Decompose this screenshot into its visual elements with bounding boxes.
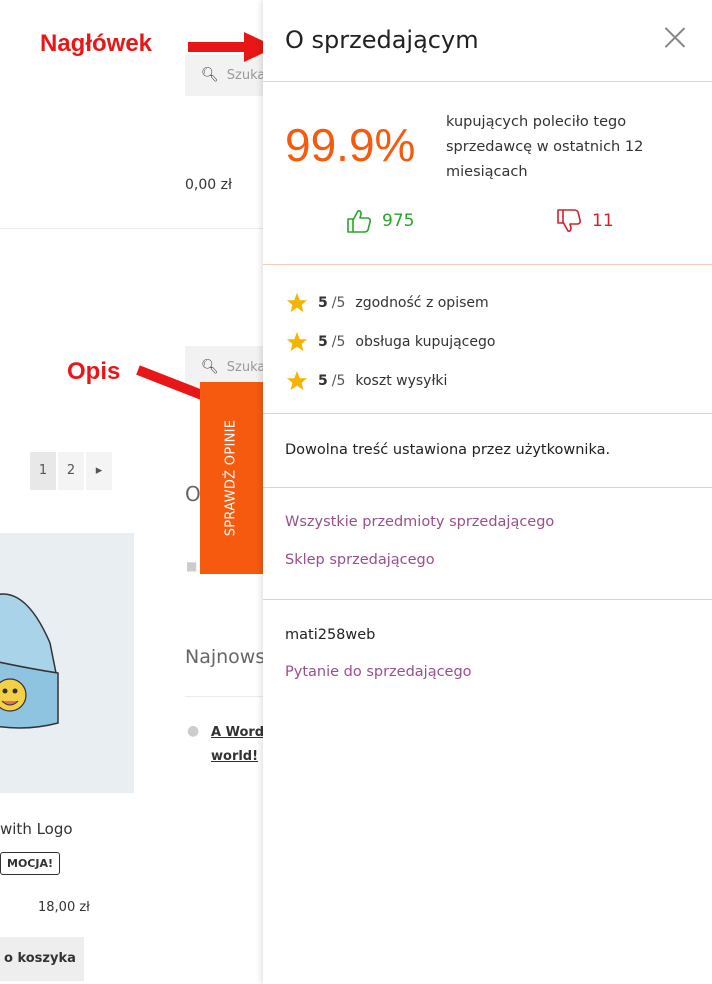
annotation-header-label: Nagłówek xyxy=(40,30,153,57)
annotation-description-label: Opis xyxy=(67,358,121,385)
pagination: 1 2 ▸ xyxy=(30,452,112,490)
thumbs-up-icon xyxy=(347,210,372,233)
description-section: Dowolna treść ustawiona przez użytkownik… xyxy=(263,414,712,487)
positive-feedback: 975 xyxy=(346,208,414,234)
rating-row: 5/5 koszt wysyłki xyxy=(286,370,447,392)
rating-row: 5/5 obsługa kupującego xyxy=(286,331,495,353)
newest-posts-heading: Najnows xyxy=(185,646,266,668)
seller-panel: O sprzedającym 99.9% kupujących poleciło… xyxy=(263,0,712,984)
divider xyxy=(0,228,263,229)
product-name[interactable]: with Logo xyxy=(0,820,73,838)
links-section: Wszystkie przedmioty sprzedającego Sklep… xyxy=(263,488,712,599)
seller-description: Dowolna treść ustawiona przez użytkownik… xyxy=(285,442,611,458)
add-to-cart-button[interactable]: o koszyka xyxy=(0,937,84,981)
recommend-percentage: 99.9% xyxy=(285,119,416,171)
rating-label: obsługa kupującego xyxy=(355,334,496,350)
product-image[interactable] xyxy=(0,533,134,793)
panel-header: O sprzedającym xyxy=(263,0,712,81)
rating-label: koszt wysyłki xyxy=(355,373,448,389)
search-icon: 🔍︎ xyxy=(201,67,219,83)
beanie-illustration xyxy=(0,593,59,729)
close-icon[interactable] xyxy=(664,26,686,48)
ask-seller-link[interactable]: Pytanie do sprzedającego xyxy=(285,664,472,680)
seller-username: mati258web xyxy=(285,627,376,643)
star-icon xyxy=(286,370,308,391)
next-page-icon[interactable]: ▸ xyxy=(86,452,112,490)
star-icon xyxy=(286,292,308,313)
contact-section: mati258web Pytanie do sprzedającego xyxy=(263,600,712,800)
seller-shop-link[interactable]: Sklep sprzedającego xyxy=(285,552,435,568)
rating-label: zgodność z opisem xyxy=(355,295,489,311)
star-icon xyxy=(286,331,308,352)
sidebar-heading: O xyxy=(185,482,201,506)
divider xyxy=(185,696,263,697)
panel-title: O sprzedającym xyxy=(285,26,479,54)
page-1-button[interactable]: 1 xyxy=(30,452,56,490)
recommend-text: kupujących poleciło tego sprzedawcę w os… xyxy=(446,114,644,180)
negative-count: 11 xyxy=(592,211,614,231)
all-items-link[interactable]: Wszystkie przedmioty sprzedającego xyxy=(285,514,554,530)
positive-count: 975 xyxy=(382,211,415,231)
rating-row: 5/5 zgodność z opisem xyxy=(286,292,489,314)
page-2-button[interactable]: 2 xyxy=(58,452,84,490)
score-section: 99.9% kupujących poleciło tego sprzedawc… xyxy=(263,82,712,264)
thumbs-down-icon xyxy=(557,209,582,232)
document-icon: ■ xyxy=(186,559,198,573)
cart-total: 0,00 zł xyxy=(185,177,232,193)
comment-icon: ● xyxy=(187,723,200,739)
search-placeholder: Szuka xyxy=(226,67,266,83)
reviews-tab-button[interactable]: SPRAWDŹ OPINIE xyxy=(200,382,263,574)
negative-feedback: 11 xyxy=(556,208,614,234)
sale-badge: MOCJA! xyxy=(0,852,60,875)
product-price: 18,00 zł xyxy=(38,900,90,915)
ratings-section: 5/5 zgodność z opisem 5/5 obsługa kupują… xyxy=(263,265,712,413)
reviews-tab-label: SPRAWDŹ OPINIE xyxy=(223,419,239,537)
